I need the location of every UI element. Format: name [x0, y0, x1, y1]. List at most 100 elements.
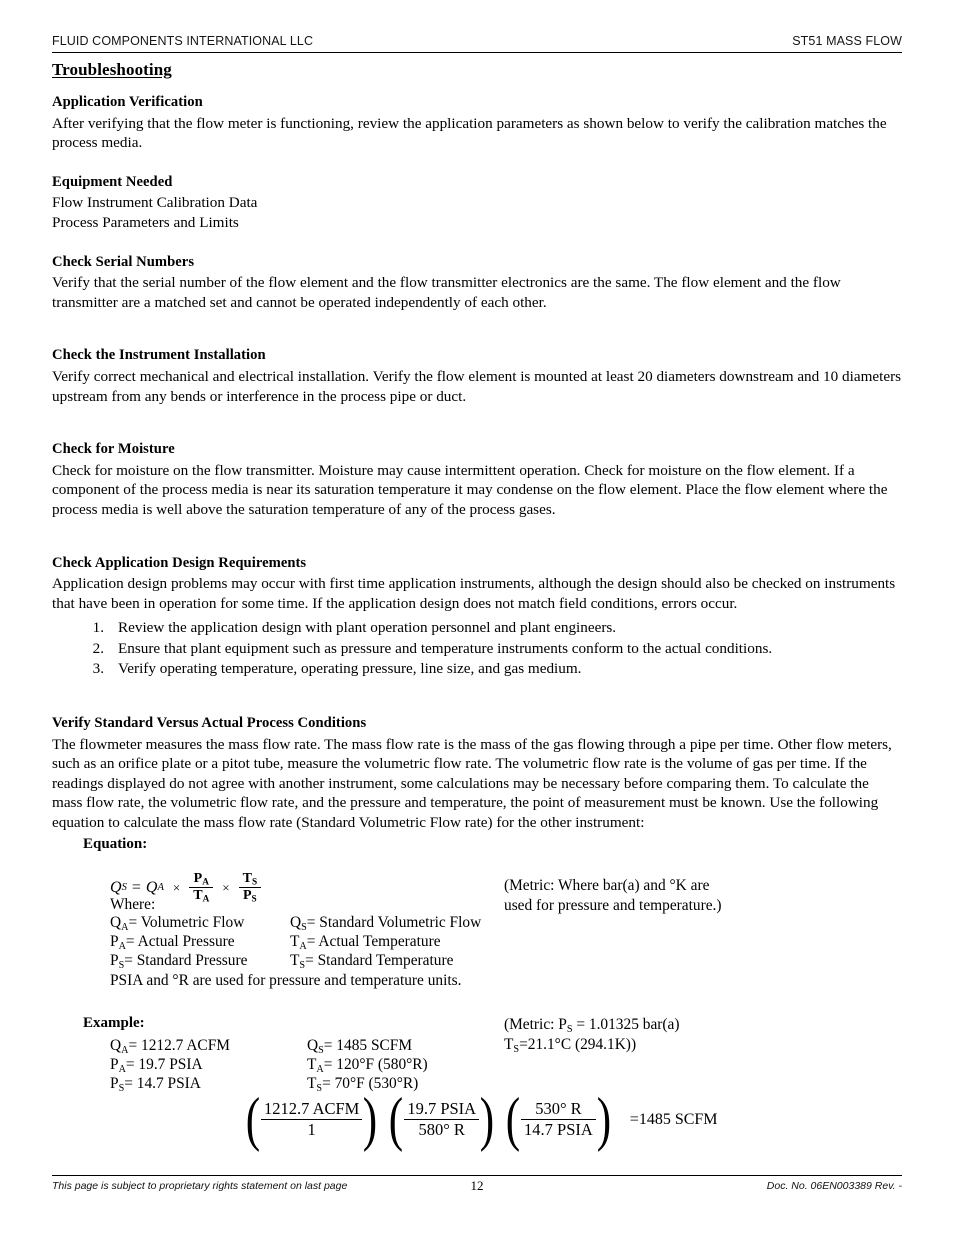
- section-heading-check-instrument-installation: Check the Instrument Installation: [52, 347, 266, 364]
- equipment-needed-line-1: Flow Instrument Calibration Data: [52, 194, 258, 212]
- fraction-denominator: 1: [307, 1120, 316, 1140]
- symbol: T: [290, 933, 300, 950]
- equation-term-1: ( 1212.7 ACFM 1 ): [243, 1089, 380, 1149]
- footer-page-number: 12: [470, 1178, 484, 1193]
- fraction-denominator: TA: [189, 888, 213, 904]
- symbol: Q: [110, 1037, 122, 1054]
- section-heading-equipment-needed: Equipment Needed: [52, 173, 173, 190]
- symbol: Q: [290, 914, 302, 931]
- page-header: FLUID COMPONENTS INTERNATIONAL LLC ST51 …: [52, 34, 902, 48]
- symbol: P: [110, 952, 119, 969]
- metric-note-equation: (Metric: Where bar(a) and °K are used fo…: [504, 876, 722, 915]
- list-item: Review the application design with plant…: [84, 618, 617, 638]
- pressure-ratio-fraction: PA TA: [189, 871, 214, 904]
- symbol: T: [290, 952, 300, 969]
- definition-text: = Volumetric Flow: [128, 914, 245, 931]
- multiply-operator-2: ×: [222, 879, 230, 895]
- section-heading-check-application-design: Check Application Design Requirements: [52, 554, 307, 571]
- fraction-1: 1212.7 ACFM 1: [260, 1099, 363, 1140]
- equation-equals-sign: =: [131, 878, 141, 896]
- open-paren-2: (: [389, 1086, 404, 1152]
- frac1-num-symbol: P: [193, 871, 203, 886]
- metric-example-line-1: (Metric: PS = 1.01325 bar(a): [504, 1015, 679, 1035]
- equation-result: =1485 SCFM: [629, 1110, 718, 1128]
- symbol: P: [110, 1056, 119, 1073]
- metric-note-line-1: (Metric: Where bar(a) and °K are: [504, 877, 710, 894]
- definition-left-1: QA= Volumetric Flow: [110, 913, 290, 932]
- value-text: = 1212.7 ACFM: [128, 1037, 230, 1054]
- table-row: QA= Volumetric Flow QS= Standard Volumet…: [110, 913, 481, 932]
- example-right-2: TA= 120°F (580°R): [307, 1055, 428, 1074]
- fraction-denominator: 14.7 PSIA: [524, 1120, 593, 1140]
- section-body-check-serial-numbers: Verify that the serial number of the flo…: [52, 274, 841, 311]
- metric-note-example: (Metric: PS = 1.01325 bar(a) TS=21.1°C (…: [504, 1015, 679, 1054]
- fraction-numerator: 530° R: [535, 1098, 582, 1118]
- fraction-3: 530° R 14.7 PSIA: [521, 1098, 596, 1140]
- section-heading-check-serial-numbers: Check Serial Numbers: [52, 253, 195, 270]
- equation-label: Equation:: [83, 836, 148, 852]
- value-text: = 1485 SCFM: [323, 1037, 413, 1054]
- section-body-application-verification: After verifying that the flow meter is f…: [52, 114, 887, 152]
- symbol: Q: [307, 1037, 319, 1054]
- example-left-2: PA= 19.7 PSIA: [110, 1055, 307, 1074]
- frac1-den-symbol: T: [193, 888, 203, 904]
- metric-example-line-2: TS=21.1°C (294.1K)): [504, 1035, 679, 1055]
- equipment-needed-line-2: Process Parameters and Limits: [52, 213, 239, 231]
- multiply-operator-1: ×: [172, 879, 181, 895]
- section-heading-verify-standard-versus-actual: Verify Standard Versus Actual Process Co…: [52, 715, 367, 732]
- definition-right-2: TA= Actual Temperature: [290, 932, 481, 951]
- section-heading-check-for-moisture: Check for Moisture: [52, 441, 175, 458]
- equation-term-3: ( 530° R 14.7 PSIA ): [503, 1086, 614, 1152]
- close-paren-2: ): [479, 1086, 495, 1152]
- equation-lhs-symbol: Q: [110, 878, 122, 896]
- symbol: T: [307, 1056, 317, 1073]
- document-page: FLUID COMPONENTS INTERNATIONAL LLC ST51 …: [0, 0, 954, 1235]
- frac2-den-subscript: S: [251, 893, 257, 904]
- temperature-ratio-fraction: TS PS: [238, 871, 262, 904]
- definition-text: = Standard Volumetric Flow: [306, 914, 482, 931]
- frac2-num-subscript: S: [251, 876, 258, 887]
- definition-text: = Standard Pressure: [124, 952, 248, 969]
- table-row: PS= 14.7 PSIA TS= 70°F (530°R): [110, 1074, 428, 1093]
- page-title: Troubleshooting: [52, 60, 172, 79]
- section-body-check-application-design: Application design problems may occur wi…: [52, 575, 896, 612]
- fraction-denominator: 580° R: [418, 1120, 465, 1140]
- frac2-den-symbol: P: [242, 888, 252, 904]
- definition-right-1: QS= Standard Volumetric Flow: [290, 913, 481, 932]
- metric-prefix: T: [504, 1035, 514, 1053]
- close-paren-3: ): [596, 1086, 611, 1152]
- value-text: = 120°F (580°R): [323, 1056, 428, 1073]
- fraction-denominator: PS: [239, 888, 261, 904]
- definition-left-2: PA= Actual Pressure: [110, 932, 290, 951]
- frac1-den-subscript: A: [202, 893, 210, 904]
- fraction-numerator: PA: [190, 871, 213, 887]
- section-body-check-instrument-installation: Verify correct mechanical and electrical…: [52, 367, 902, 405]
- example-label: Example:: [83, 1015, 145, 1031]
- symbol: P: [110, 933, 119, 950]
- worked-example-equation: ( 1212.7 ACFM 1 ) ( 19.7 PSIA 580° R ) (…: [243, 1086, 718, 1152]
- metric-prefix: (Metric: P: [504, 1016, 567, 1033]
- header-divider-rule: [52, 52, 902, 53]
- symbol: P: [110, 1075, 119, 1092]
- header-company-name: FLUID COMPONENTS INTERNATIONAL LLC: [52, 34, 314, 48]
- frac2-num-symbol: T: [242, 871, 252, 886]
- fraction-2: 19.7 PSIA 580° R: [404, 1099, 480, 1140]
- definition-text: = Actual Temperature: [306, 933, 441, 950]
- symbol: T: [307, 1075, 317, 1092]
- where-label: Where:: [110, 896, 156, 913]
- section-body-verify-standard-versus-actual: The flowmeter measures the mass flow rat…: [52, 735, 892, 832]
- value-text: = 19.7 PSIA: [125, 1056, 203, 1073]
- symbol: Q: [110, 914, 122, 931]
- frac1-num-subscript: A: [202, 876, 209, 887]
- section-heading-application-verification: Application Verification: [52, 94, 203, 110]
- list-item: Verify operating temperature, operating …: [84, 659, 582, 679]
